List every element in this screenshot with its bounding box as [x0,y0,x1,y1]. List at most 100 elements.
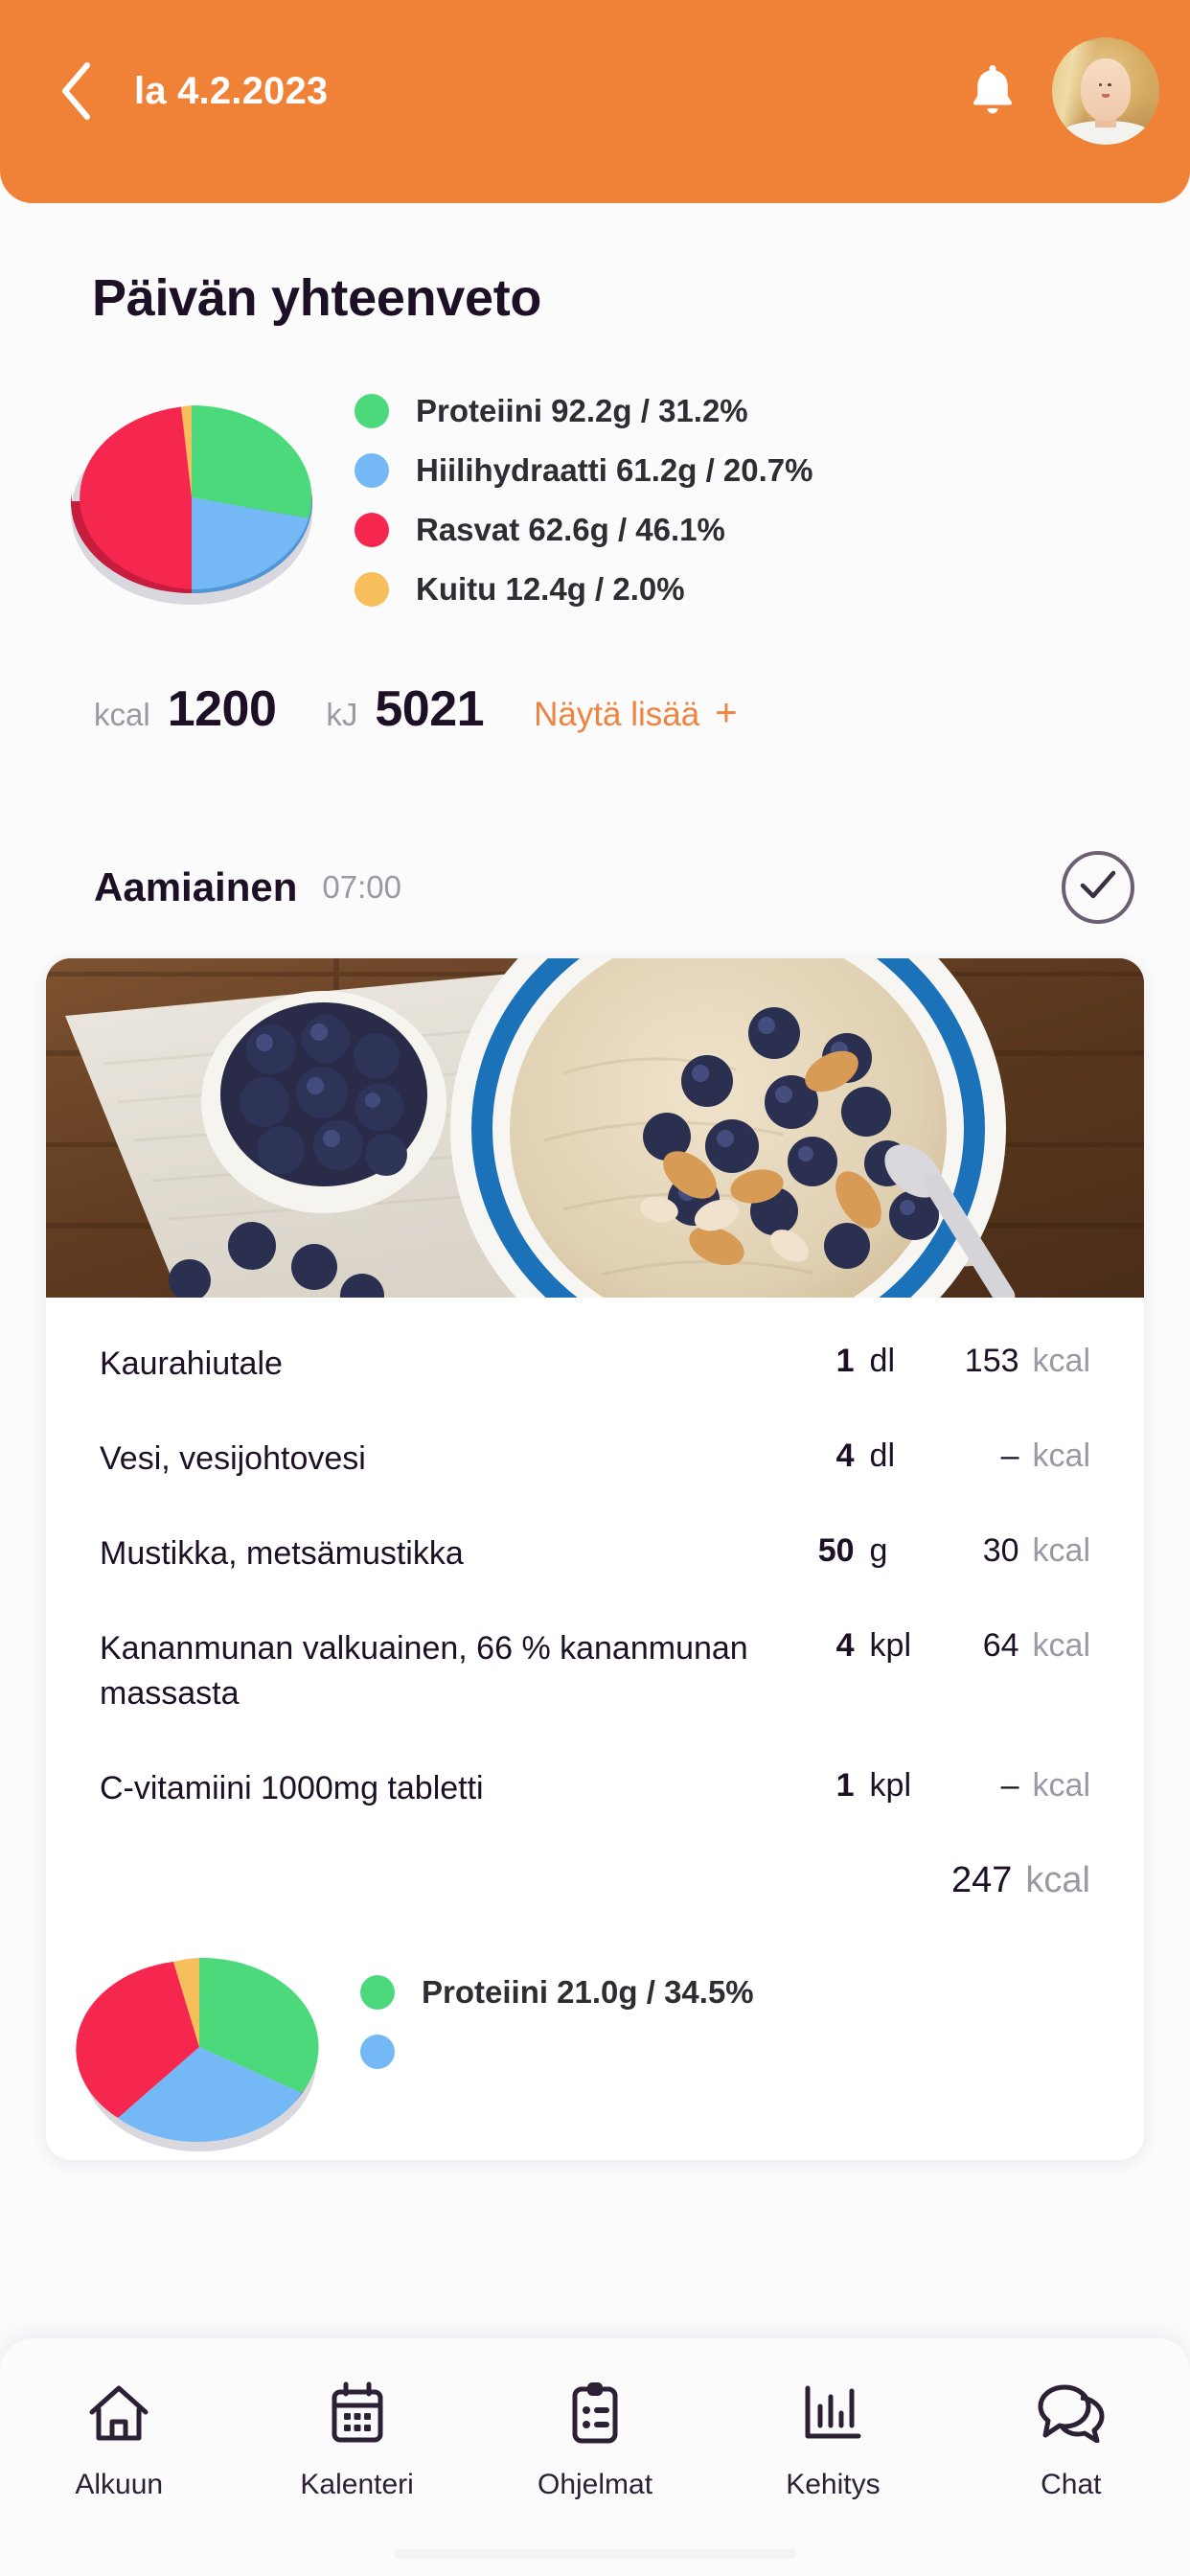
legend-dot-carbs [355,453,389,488]
home-indicator [394,2549,796,2559]
legend-label-fat: Rasvat 62.6g / 46.1% [416,512,725,547]
item-kcal: 153 [964,1343,1019,1379]
legend-item-protein: Proteiini 21.0g / 34.5% [360,1963,754,2022]
nav-item-ohjelmat[interactable]: Ohjelmat [476,2379,714,2501]
meal-card[interactable]: Kaurahiutale 1 dl 153 kcal Vesi, vesijoh… [46,958,1144,2161]
nav-label-ohjelmat: Ohjelmat [537,2469,653,2500]
nav-label-kehitys: Kehitys [786,2469,881,2500]
meal-pie-chart [56,1940,343,2160]
avatar[interactable] [1052,37,1159,145]
meal-total-label: kcal [1025,1860,1090,1901]
table-row[interactable]: C-vitamiini 1000mg tabletti 1 kpl – kcal [100,1741,1090,1836]
nav-item-alkuun[interactable]: Alkuun [0,2379,238,2501]
table-row[interactable]: Mustikka, metsämustikka 50 g 30 kcal [100,1506,1090,1601]
item-unit: dl [869,1437,895,1474]
energy-row: kcal 1200 kJ 5021 Näytä lisää + [94,680,1190,738]
item-unit: g [869,1531,888,1569]
item-unit: kpl [869,1766,911,1804]
avatar-face [1081,58,1131,122]
table-row[interactable]: Vesi, vesijohtovesi 4 dl – kcal [100,1412,1090,1506]
item-kcal-label: kcal [1032,1766,1090,1804]
legend-dot-fiber [355,572,389,607]
item-kcal-label: kcal [1032,1437,1090,1474]
item-kcal-label: kcal [1032,1531,1090,1569]
app-header: la 4.2.2023 [0,0,1190,203]
avatar-mouth [1102,94,1110,99]
header-row: la 4.2.2023 [0,29,1190,153]
nav-item-chat[interactable]: Chat [952,2379,1190,2501]
item-kcal: – [1000,1437,1019,1474]
item-kcal-label: kcal [1032,1343,1090,1379]
item-name: Kaurahiutale [100,1346,283,1382]
header-date: la 4.2.2023 [134,69,329,112]
avatar-eye-left [1098,83,1103,86]
chat-bubbles-icon [1036,2379,1107,2448]
table-row[interactable]: Kaurahiutale 1 dl 153 kcal [100,1317,1090,1412]
legend-item-fat: Rasvat 62.6g / 46.1% [355,500,813,560]
item-kcal-label: kcal [1032,1626,1090,1664]
item-name: C-vitamiini 1000mg tabletti [100,1769,484,1806]
legend-dot-carbs [360,2035,395,2070]
item-amount: 50 [817,1531,855,1569]
item-unit: dl [869,1343,895,1379]
kj-value: 5021 [375,681,485,737]
daily-summary-section: Päivän yhteenveto Proteiini 92.2g / 31.2… [0,203,1190,2161]
page-title: Päivän yhteenveto [92,269,542,327]
daily-pie-chart [38,390,345,610]
nav-label-chat: Chat [1041,2469,1102,2500]
meal-header: Aamiainen 07:00 [0,851,1190,924]
item-unit: kpl [869,1626,911,1664]
kcal-label: kcal [94,697,150,732]
item-name: Mustikka, metsämustikka [100,1534,464,1572]
back-button[interactable] [23,38,128,144]
check-icon [1079,869,1117,907]
item-amount: 1 [835,1343,855,1379]
daily-macro-legend: Proteiini 92.2g / 31.2% Hiilihydraatti 6… [355,381,813,619]
legend-label-protein: Proteiini 21.0g / 34.5% [422,1974,754,2011]
daily-macro-block: Proteiini 92.2g / 31.2% Hiilihydraatti 6… [0,381,1190,619]
item-amount: 1 [835,1766,855,1804]
meal-total-value: 247 [951,1860,1013,1901]
legend-label-carbs: Hiilihydraatti 61.2g / 20.7% [416,452,813,488]
meal-time: 07:00 [322,869,401,905]
item-kcal: 30 [982,1531,1019,1569]
legend-dot-fat [355,513,389,547]
clipboard-icon [568,2379,622,2448]
legend-dot-protein [360,1975,395,2011]
legend-label-protein: Proteiini 92.2g / 31.2% [416,393,748,428]
oatmeal-photo-illustration [46,958,1144,1298]
nav-item-kalenteri[interactable]: Kalenteri [238,2379,475,2501]
notifications-button[interactable] [945,43,1041,139]
avatar-eye-right [1108,83,1111,86]
kj-label: kJ [326,697,358,732]
calendar-icon [330,2379,385,2448]
meal-macro-legend: Proteiini 21.0g / 34.5% [360,1963,754,2082]
item-kcal: – [1000,1766,1019,1804]
kcal-value: 1200 [167,681,277,737]
meal-photo [46,958,1144,1298]
legend-dot-protein [355,394,389,428]
nav-label-alkuun: Alkuun [75,2469,164,2500]
meal-title: Aamiainen [94,864,298,909]
nav-item-kehitys[interactable]: Kehitys [714,2379,951,2501]
bar-chart-icon [801,2379,864,2448]
table-row[interactable]: Kananmunan valkuainen, 66 % kananmunan m… [100,1601,1090,1741]
chevron-left-icon [58,60,93,122]
legend-item-protein: Proteiini 92.2g / 31.2% [355,381,813,441]
home-icon [87,2379,150,2448]
item-amount: 4 [835,1437,855,1474]
item-name: Vesi, vesijohtovesi [100,1439,366,1477]
meal-item-list: Kaurahiutale 1 dl 153 kcal Vesi, vesijoh… [46,1298,1144,1934]
meal-total-row: 247 kcal [100,1835,1090,1934]
legend-label-fiber: Kuitu 12.4g / 2.0% [416,571,685,607]
meal-macro-block: Proteiini 21.0g / 34.5% [46,1934,1144,2160]
legend-item-carbs [360,2022,754,2082]
meal-eaten-toggle[interactable] [1062,851,1134,924]
show-more-button[interactable]: Näytä lisää + [534,692,738,735]
bottom-navigation: Alkuun Kalenteri Ohjelmat Kehitys Chat [0,2338,1190,2576]
legend-item-carbs: Hiilihydraatti 61.2g / 20.7% [355,441,813,500]
app-screen: la 4.2.2023 Päivän yhteenveto Proteiini … [0,0,1190,2576]
legend-item-fiber: Kuitu 12.4g / 2.0% [355,560,813,619]
item-name: Kananmunan valkuainen, 66 % kananmunan m… [100,1629,748,1712]
nav-label-kalenteri: Kalenteri [300,2469,414,2500]
